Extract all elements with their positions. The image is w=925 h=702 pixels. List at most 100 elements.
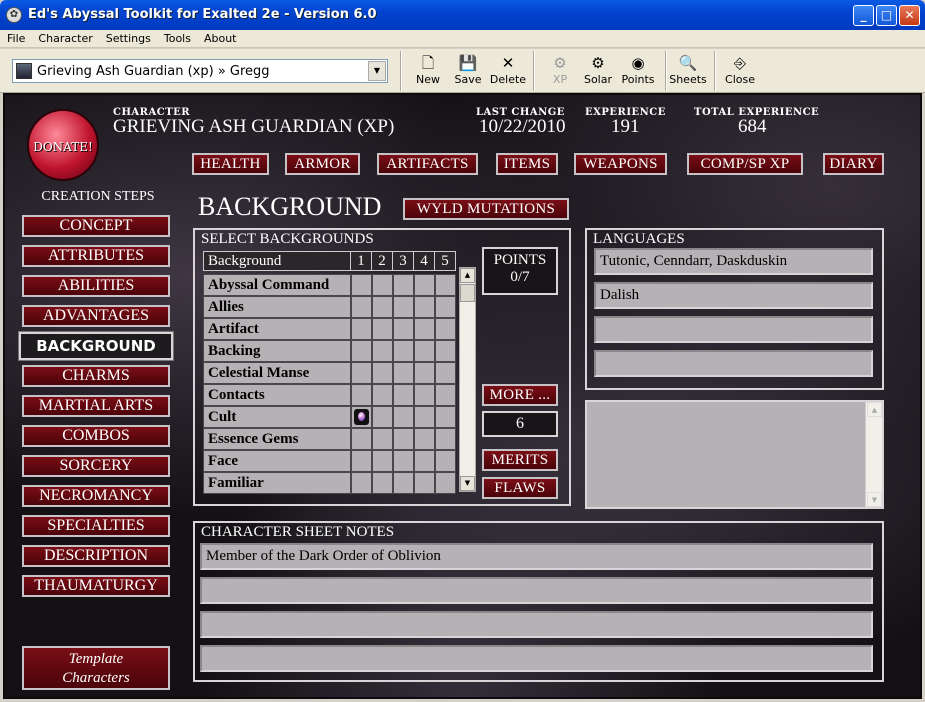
menu-about[interactable]: About — [197, 30, 243, 45]
dot-cell-3[interactable] — [393, 362, 414, 384]
dot-cell-5[interactable] — [435, 362, 456, 384]
notes-field-4[interactable] — [200, 645, 873, 672]
dot-cell-4[interactable] — [414, 428, 435, 450]
language-field-2[interactable]: Dalish — [594, 282, 873, 309]
dot-cell-3[interactable] — [393, 274, 414, 296]
maximize-button[interactable]: □ — [876, 5, 897, 26]
dot-cell-3[interactable] — [393, 450, 414, 472]
character-select[interactable]: Grieving Ash Guardian (xp) » Gregg ▼ — [12, 59, 388, 83]
dot-cell-3[interactable] — [393, 296, 414, 318]
close-toolbar-button[interactable]: ⎆ Close — [718, 53, 762, 91]
dot-cell-1[interactable] — [351, 362, 372, 384]
scroll-up-icon[interactable]: ▲ — [867, 402, 882, 417]
dot-cell-4[interactable] — [414, 450, 435, 472]
dot-cell-5[interactable] — [435, 428, 456, 450]
dot-cell-5[interactable] — [435, 450, 456, 472]
background-row[interactable]: Celestial Manse — [203, 362, 456, 384]
tab-comp-sp-xp[interactable]: Comp/Sp XP — [687, 153, 803, 175]
sidebar-item-martial-arts[interactable]: Martial Arts — [22, 395, 170, 417]
app-icon[interactable]: ✿ — [6, 7, 22, 23]
background-row[interactable]: Abyssal Command — [203, 274, 456, 296]
tab-health[interactable]: Health — [192, 153, 269, 175]
dot-cell-2[interactable] — [372, 384, 393, 406]
more-button[interactable]: More ... — [482, 384, 558, 406]
tab-weapons[interactable]: Weapons — [574, 153, 667, 175]
dot-cell-4[interactable] — [414, 472, 435, 494]
dot-cell-4[interactable] — [414, 340, 435, 362]
dot-cell-4[interactable] — [414, 406, 435, 428]
dot-cell-3[interactable] — [393, 340, 414, 362]
tab-armor[interactable]: Armor — [285, 153, 360, 175]
dot-cell-5[interactable] — [435, 296, 456, 318]
tab-diary[interactable]: Diary — [823, 153, 884, 175]
dot-cell-2[interactable] — [372, 318, 393, 340]
dot-cell-4[interactable] — [414, 296, 435, 318]
background-row[interactable]: Essence Gems — [203, 428, 456, 450]
dot-cell-5[interactable] — [435, 384, 456, 406]
sidebar-item-attributes[interactable]: Attributes — [22, 245, 170, 267]
dot-cell-2[interactable] — [372, 450, 393, 472]
wyld-mutations-button[interactable]: Wyld Mutations — [403, 198, 569, 220]
dot-cell-1[interactable] — [351, 428, 372, 450]
sidebar-item-background[interactable]: Background — [19, 332, 173, 360]
scroll-down-icon[interactable]: ▼ — [867, 492, 882, 507]
dot-cell-1[interactable] — [351, 340, 372, 362]
sheets-toolbar-button[interactable]: 🔍 Sheets — [666, 53, 710, 91]
background-row[interactable]: Allies — [203, 296, 456, 318]
menu-tools[interactable]: Tools — [157, 30, 197, 45]
sidebar-item-specialties[interactable]: Specialties — [22, 515, 170, 537]
sidebar-item-advantages[interactable]: Advantages — [22, 305, 170, 327]
tab-items[interactable]: Items — [496, 153, 558, 175]
dot-cell-4[interactable] — [414, 274, 435, 296]
dot-cell-1[interactable] — [351, 450, 372, 472]
solar-toolbar-button[interactable]: ⚙ Solar — [576, 53, 620, 91]
tab-artifacts[interactable]: Artifacts — [377, 153, 478, 175]
dot-cell-3[interactable] — [393, 428, 414, 450]
sidebar-item-abilities[interactable]: Abilities — [22, 275, 170, 297]
dot-cell-3[interactable] — [393, 384, 414, 406]
save-toolbar-button[interactable]: 💾 Save — [446, 53, 490, 91]
background-grid-scrollbar[interactable]: ▲ ▼ — [459, 267, 476, 492]
merits-button[interactable]: Merits — [482, 449, 558, 471]
dot-cell-4[interactable] — [414, 362, 435, 384]
dot-cell-2[interactable] — [372, 362, 393, 384]
sidebar-item-charms[interactable]: Charms — [22, 365, 170, 387]
delete-toolbar-button[interactable]: ✕ Delete — [486, 53, 530, 91]
dot-cell-1[interactable] — [351, 274, 372, 296]
minimize-button[interactable]: _ — [853, 5, 874, 26]
background-row[interactable]: Artifact — [203, 318, 456, 340]
dot-cell-5[interactable] — [435, 472, 456, 494]
dot-cell-4[interactable] — [414, 318, 435, 340]
dot-cell-2[interactable] — [372, 296, 393, 318]
dot-cell-1[interactable] — [351, 406, 372, 428]
background-row[interactable]: Backing — [203, 340, 456, 362]
dot-cell-3[interactable] — [393, 472, 414, 494]
dot-cell-1[interactable] — [351, 318, 372, 340]
scroll-down-icon[interactable]: ▼ — [460, 476, 475, 491]
scroll-thumb[interactable] — [460, 284, 475, 302]
language-field-3[interactable] — [594, 316, 873, 343]
flaws-button[interactable]: Flaws — [482, 477, 558, 499]
dot-cell-3[interactable] — [393, 318, 414, 340]
notes-field-2[interactable] — [200, 577, 873, 604]
language-field-1[interactable]: Tutonic, Cenndarr, Daskduskin — [594, 248, 873, 275]
dot-cell-3[interactable] — [393, 406, 414, 428]
sidebar-item-thaumaturgy[interactable]: Thaumaturgy — [22, 575, 170, 597]
dot-cell-2[interactable] — [372, 406, 393, 428]
menu-character[interactable]: Character — [31, 30, 98, 45]
dot-cell-1[interactable] — [351, 472, 372, 494]
notes-field-3[interactable] — [200, 611, 873, 638]
dot-cell-2[interactable] — [372, 274, 393, 296]
sidebar-item-description[interactable]: Description — [22, 545, 170, 567]
donate-button[interactable]: DONATE! — [27, 109, 99, 181]
background-row[interactable]: Cult — [203, 406, 456, 428]
dot-cell-1[interactable] — [351, 296, 372, 318]
template-characters-button[interactable]: Template Characters — [22, 646, 170, 690]
points-toolbar-button[interactable]: ◉ Points — [616, 53, 660, 91]
new-toolbar-button[interactable]: 🗋 New — [406, 53, 450, 91]
notes-field-1[interactable]: Member of the Dark Order of Oblivion — [200, 543, 873, 570]
dot-cell-1[interactable] — [351, 384, 372, 406]
scroll-up-icon[interactable]: ▲ — [460, 268, 475, 283]
dot-cell-5[interactable] — [435, 406, 456, 428]
dot-cell-5[interactable] — [435, 274, 456, 296]
